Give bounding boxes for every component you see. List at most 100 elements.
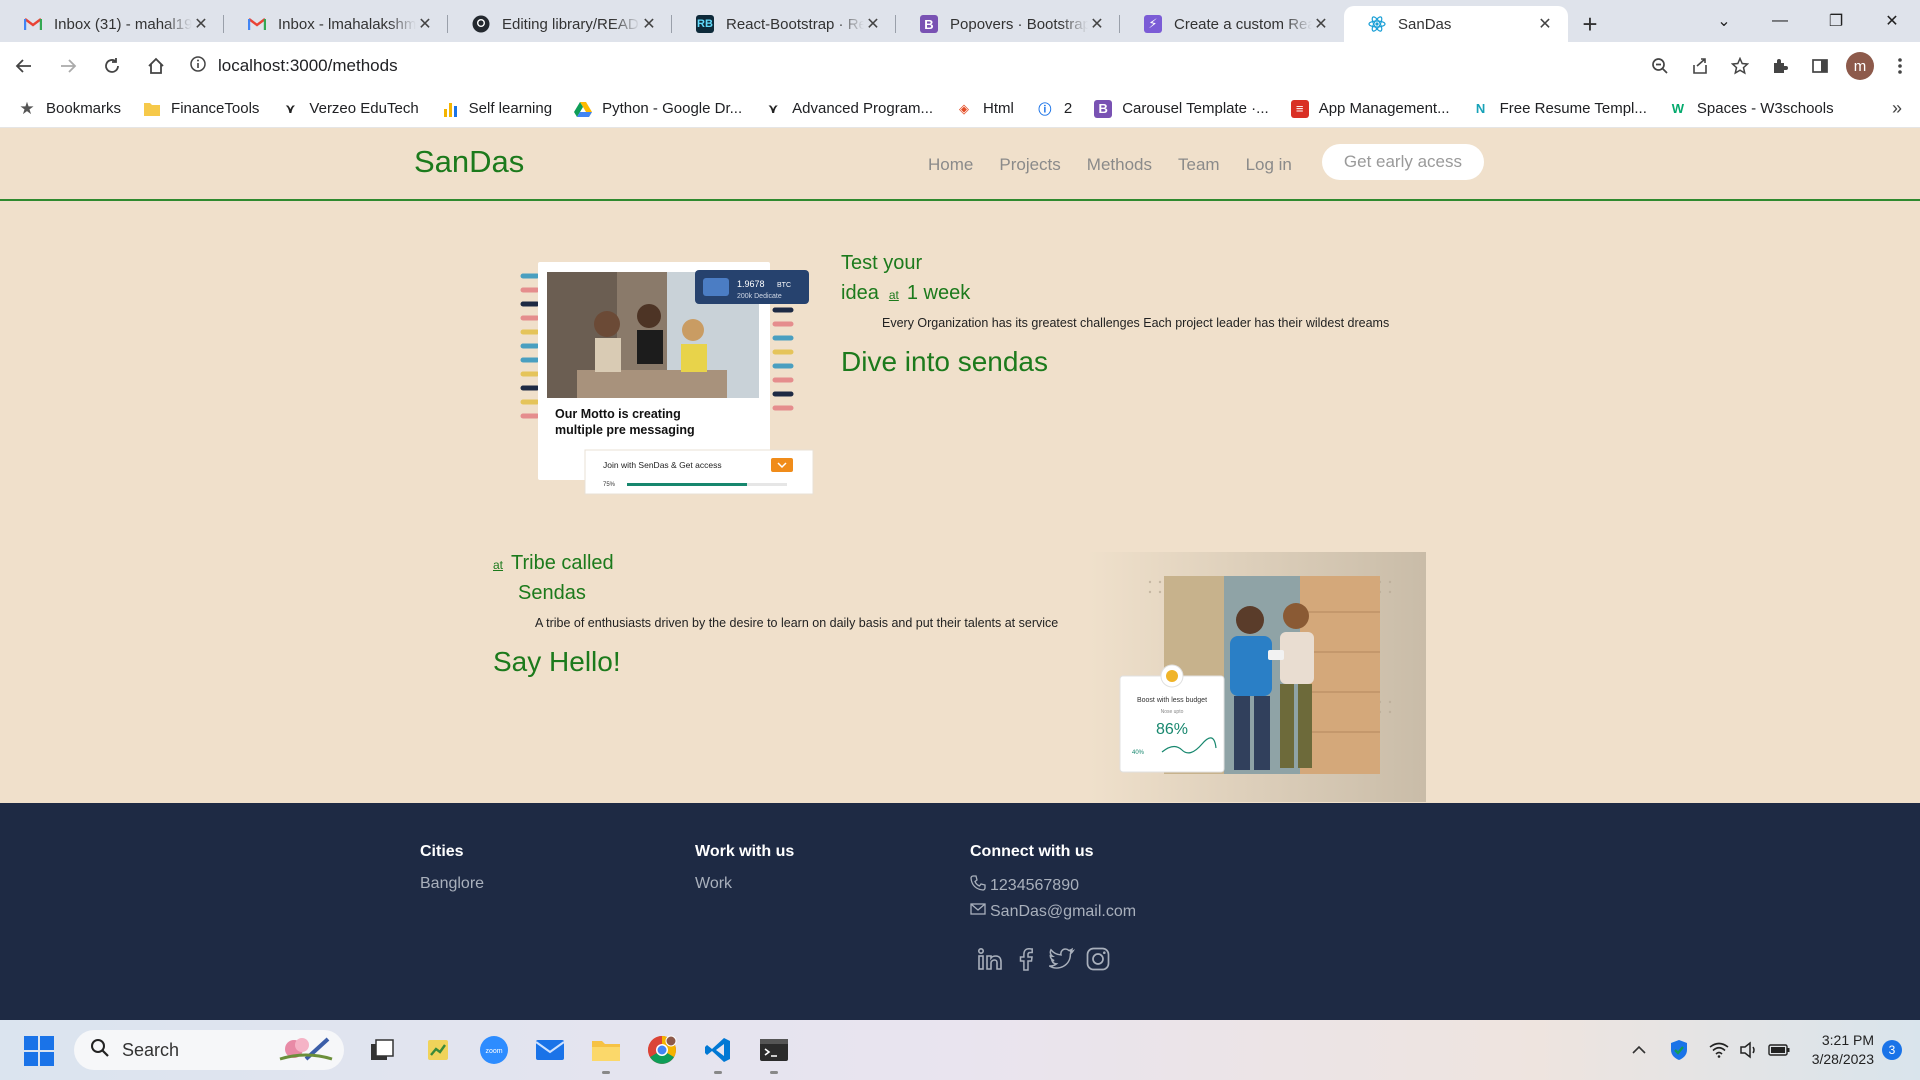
close-tab-icon[interactable]: ✕ bbox=[416, 14, 434, 34]
minimize-icon[interactable]: ― bbox=[1752, 0, 1808, 42]
section2-heading: Say Hello! bbox=[493, 646, 621, 677]
profile-avatar[interactable]: m bbox=[1840, 48, 1880, 84]
nav-link-projects[interactable]: Projects bbox=[999, 155, 1060, 175]
close-tab-icon[interactable]: ✕ bbox=[640, 14, 658, 34]
card-title: Boost with less budget bbox=[1137, 697, 1207, 704]
footer-city-link[interactable]: Banglore bbox=[420, 875, 484, 893]
close-tab-icon[interactable]: ✕ bbox=[1536, 14, 1554, 34]
menu-kebab-icon[interactable] bbox=[1880, 48, 1920, 84]
browser-tab-strip: Inbox (31) - mahal191 ✕ Inbox - lmahalak… bbox=[0, 0, 1920, 42]
close-tab-icon[interactable]: ✕ bbox=[192, 14, 210, 34]
facebook-icon[interactable] bbox=[1008, 945, 1044, 973]
window-controls: ⌄ ― ❐ ✕ bbox=[1696, 0, 1920, 42]
twitter-icon[interactable] bbox=[1044, 945, 1080, 973]
vite-icon: ⚡ bbox=[1144, 15, 1162, 33]
tab-react-bootstrap[interactable]: RB React-Bootstrap · React ✕ bbox=[672, 6, 896, 42]
bookmark-item[interactable]: FinanceTools bbox=[143, 100, 259, 118]
footer-work-link[interactable]: Work bbox=[695, 875, 794, 893]
bookmark-star-icon[interactable] bbox=[1720, 48, 1760, 84]
more-bookmarks-icon[interactable]: » bbox=[1892, 98, 1902, 119]
mail-icon bbox=[970, 902, 986, 921]
close-tab-icon[interactable]: ✕ bbox=[1088, 14, 1106, 34]
tab-search-icon[interactable]: ⌄ bbox=[1696, 0, 1752, 42]
linkedin-icon[interactable] bbox=[972, 945, 1008, 973]
bookmark-item[interactable]: ⋎ Advanced Program... bbox=[764, 100, 933, 118]
nav-link-methods[interactable]: Methods bbox=[1087, 155, 1152, 175]
close-tab-icon[interactable]: ✕ bbox=[1312, 14, 1330, 34]
progress-fill bbox=[627, 483, 747, 486]
bookmark-item[interactable]: B Carousel Template ·... bbox=[1094, 99, 1269, 118]
notification-badge[interactable]: 3 bbox=[1882, 1040, 1902, 1060]
close-window-icon[interactable]: ✕ bbox=[1864, 0, 1920, 42]
battery-icon[interactable] bbox=[1764, 1043, 1794, 1057]
card-foot: 40% bbox=[1132, 750, 1145, 756]
extensions-icon[interactable] bbox=[1760, 48, 1800, 84]
bookmark-item[interactable]: Self learning bbox=[441, 100, 552, 118]
info-icon: ⓘ bbox=[1038, 102, 1052, 117]
tab-github-readme[interactable]: Editing library/README ✕ bbox=[448, 6, 672, 42]
mail-app-icon[interactable] bbox=[522, 1028, 578, 1072]
tagline-line-1: Test your bbox=[841, 252, 923, 274]
forward-icon[interactable] bbox=[48, 46, 88, 86]
bookmark-item[interactable]: N Free Resume Templ... bbox=[1472, 100, 1647, 118]
bookmark-item[interactable]: ⋎ Verzeo EduTech bbox=[281, 100, 419, 118]
zoom-app-icon[interactable]: zoom bbox=[466, 1028, 522, 1072]
tab-gmail-inbox-1[interactable]: Inbox (31) - mahal191 ✕ bbox=[0, 6, 224, 42]
bookmark-item[interactable]: W Spaces - W3schools bbox=[1669, 100, 1834, 118]
task-view-icon[interactable] bbox=[354, 1028, 410, 1072]
site-brand[interactable]: SanDas bbox=[414, 144, 524, 180]
terminal-icon[interactable] bbox=[746, 1028, 802, 1074]
bookmark-item[interactable]: Python - Google Dr... bbox=[574, 100, 742, 118]
url-text: localhost:3000/methods bbox=[218, 56, 398, 75]
svg-text:zoom: zoom bbox=[485, 1048, 502, 1055]
tab-gmail-inbox-2[interactable]: Inbox - lmahalakshmi ✕ bbox=[224, 6, 448, 42]
url-bar[interactable]: localhost:3000/methods bbox=[176, 48, 1696, 84]
tab-title: Popovers · Bootstrap v5 bbox=[950, 15, 1088, 33]
nav-link-team[interactable]: Team bbox=[1178, 155, 1220, 175]
tagline-tribe: Tribe called bbox=[511, 552, 614, 574]
bookmark-item[interactable]: ⓘ 2 bbox=[1036, 100, 1072, 118]
security-shield-icon[interactable] bbox=[1664, 1039, 1694, 1061]
nav-link-login[interactable]: Log in bbox=[1246, 155, 1292, 175]
widgets-icon[interactable] bbox=[410, 1028, 466, 1072]
instagram-icon[interactable] bbox=[1080, 945, 1116, 973]
site-footer: Cities Banglore Work with us Work Connec… bbox=[0, 803, 1920, 1020]
svg-text:Our Motto is creating: Our Motto is creating bbox=[555, 407, 681, 421]
file-explorer-icon[interactable] bbox=[578, 1028, 634, 1074]
home-icon[interactable] bbox=[136, 46, 176, 86]
taskbar-clock[interactable]: 3:21 PM 3/28/2023 bbox=[1812, 1031, 1874, 1069]
new-tab-button[interactable]: + bbox=[1568, 6, 1612, 42]
tab-sandas[interactable]: SanDas ✕ bbox=[1344, 6, 1568, 42]
bookmark-item[interactable]: ◈ Html bbox=[955, 100, 1014, 118]
tab-custom-react[interactable]: ⚡ Create a custom React ✕ bbox=[1120, 6, 1344, 42]
start-button[interactable] bbox=[24, 1036, 54, 1066]
github-icon bbox=[472, 15, 490, 33]
bookmark-item[interactable]: ≡ App Management... bbox=[1290, 99, 1450, 118]
wifi-icon[interactable] bbox=[1704, 1042, 1734, 1058]
get-early-access-button[interactable]: Get early acess bbox=[1321, 144, 1484, 180]
tab-title: Editing library/README bbox=[502, 15, 640, 33]
restore-icon[interactable]: ❐ bbox=[1808, 0, 1864, 42]
site-info-icon[interactable] bbox=[190, 55, 206, 77]
chrome-app-icon[interactable] bbox=[634, 1028, 690, 1072]
nav-link-home[interactable]: Home bbox=[928, 155, 973, 175]
footer-email[interactable]: SanDas@gmail.com bbox=[970, 902, 1136, 921]
tab-bootstrap-popovers[interactable]: B Popovers · Bootstrap v5 ✕ bbox=[896, 6, 1120, 42]
share-icon[interactable] bbox=[1680, 48, 1720, 84]
svg-text:multiple pre messaging: multiple pre messaging bbox=[555, 423, 695, 437]
volume-icon[interactable] bbox=[1734, 1041, 1764, 1059]
show-hidden-icons-icon[interactable] bbox=[1624, 1045, 1654, 1055]
site-navbar: SanDas Home Projects Methods Team Log in… bbox=[0, 128, 1920, 201]
taskbar-search[interactable]: Search bbox=[74, 1030, 344, 1070]
zoom-icon[interactable] bbox=[1640, 48, 1680, 84]
section1-tagline-2: idea at 1 week bbox=[841, 282, 970, 305]
side-panel-icon[interactable] bbox=[1800, 48, 1840, 84]
n-icon: N bbox=[1475, 101, 1486, 116]
vscode-icon[interactable] bbox=[690, 1028, 746, 1074]
bookmark-item[interactable]: ★ Bookmarks bbox=[18, 99, 121, 118]
close-tab-icon[interactable]: ✕ bbox=[864, 14, 882, 34]
section1-tagline: Test your bbox=[841, 252, 922, 275]
footer-phone[interactable]: 1234567890 bbox=[970, 875, 1136, 896]
back-icon[interactable] bbox=[4, 46, 44, 86]
reload-icon[interactable] bbox=[92, 46, 132, 86]
